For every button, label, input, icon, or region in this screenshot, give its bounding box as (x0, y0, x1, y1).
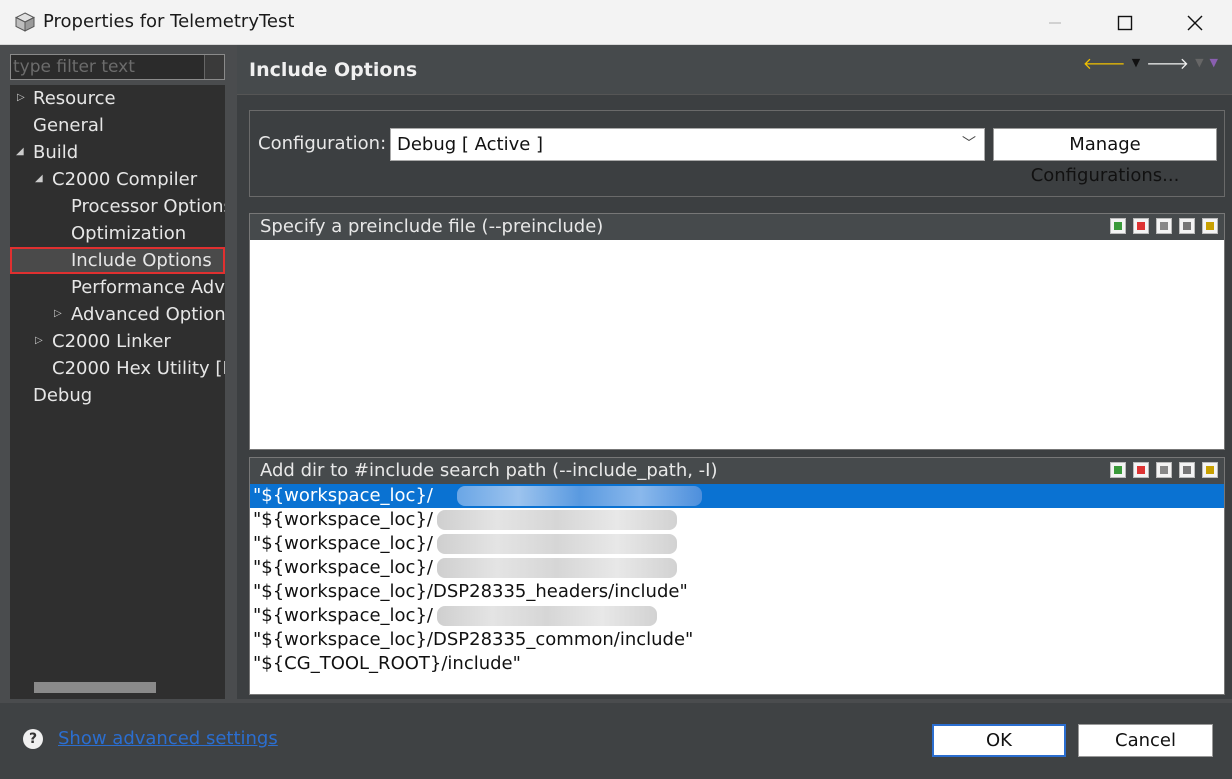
delete-icon[interactable] (1133, 462, 1149, 478)
include-path-text: "${workspace_loc}/ (253, 533, 433, 554)
forward-menu-chevron-icon[interactable]: ▼ (1195, 53, 1203, 73)
filter-box[interactable] (10, 54, 225, 80)
page-title: Include Options (249, 59, 418, 81)
sidebar-item-c2000-compiler[interactable]: C2000 Compiler (52, 166, 197, 193)
back-arrow-icon[interactable]: 🡐 (1083, 53, 1126, 73)
help-icon[interactable]: ? (23, 729, 43, 749)
close-button[interactable] (1160, 0, 1230, 45)
include-path-list[interactable]: Add dir to #include search path (--inclu… (249, 457, 1225, 695)
back-menu-chevron-icon[interactable]: ▼ (1132, 53, 1140, 73)
title-bar: Properties for TelemetryTest (0, 0, 1232, 45)
include-path-text: "${workspace_loc}/ (253, 605, 433, 626)
redacted-region (436, 606, 657, 626)
list-item[interactable]: "${workspace_loc}/ (250, 532, 1224, 556)
include-path-toolbar (1110, 462, 1218, 478)
expand-arrow-icon[interactable]: ▷ (35, 335, 43, 346)
preinclude-header: Specify a preinclude file (--preinclude) (250, 214, 1224, 240)
filter-input[interactable] (11, 55, 204, 79)
include-path-rows: "${workspace_loc}/ "${workspace_loc}/ "$… (250, 484, 1224, 676)
history-nav: 🡐 ▼ 🡒 ▼ ▼ (1083, 53, 1218, 73)
add-icon[interactable] (1110, 462, 1126, 478)
preinclude-toolbar (1110, 218, 1218, 234)
move-down-icon[interactable] (1202, 218, 1218, 234)
configuration-select[interactable]: Debug [ Active ] ﹀ (390, 128, 985, 161)
include-path-text: "${workspace_loc}/ (253, 485, 433, 506)
sidebar-item-performance-advice[interactable]: Performance Advi (71, 274, 225, 301)
show-advanced-settings-link[interactable]: Show advanced settings (58, 728, 278, 749)
list-item[interactable]: "${workspace_loc}/ (250, 604, 1224, 628)
configuration-label: Configuration: (258, 133, 387, 154)
filter-clear-button[interactable] (204, 55, 224, 79)
preinclude-list[interactable]: Specify a preinclude file (--preinclude) (249, 213, 1225, 450)
move-up-icon[interactable] (1179, 218, 1195, 234)
include-path-text: "${workspace_loc}/ (253, 509, 433, 530)
sidebar-item-resource[interactable]: Resource (33, 85, 116, 112)
chevron-down-icon: ﹀ (962, 136, 976, 152)
list-item[interactable]: "${workspace_loc}/ (250, 556, 1224, 580)
collapse-arrow-icon[interactable]: ◢ (16, 146, 24, 157)
sidebar-item-debug[interactable]: Debug (33, 382, 92, 409)
include-path-header: Add dir to #include search path (--inclu… (250, 458, 1224, 484)
properties-dialog: ▷ Resource General ◢ Build ◢ C2000 Compi… (0, 45, 1232, 779)
list-item[interactable]: "${workspace_loc}/ (250, 484, 1224, 508)
sidebar-tree: ▷ Resource General ◢ Build ◢ C2000 Compi… (10, 85, 225, 699)
move-down-icon[interactable] (1202, 462, 1218, 478)
maximize-icon (1117, 15, 1133, 30)
expand-arrow-icon[interactable]: ▷ (54, 308, 62, 319)
sidebar-item-build[interactable]: Build (33, 139, 78, 166)
view-menu-icon[interactable]: ▼ (1210, 53, 1218, 73)
redacted-region (436, 510, 677, 530)
include-path-text: "${workspace_loc}/DSP28335_headers/inclu… (253, 581, 688, 602)
sidebar-item-advanced-options[interactable]: Advanced Options (71, 301, 225, 328)
list-item[interactable]: "${workspace_loc}/DSP28335_common/includ… (250, 628, 1224, 652)
move-up-icon[interactable] (1179, 462, 1195, 478)
forward-arrow-icon[interactable]: 🡒 (1146, 53, 1189, 73)
configuration-value: Debug [ Active ] (397, 134, 544, 155)
sidebar-item-optimization[interactable]: Optimization (71, 220, 186, 247)
sidebar-item-c2000-hex-utility[interactable]: C2000 Hex Utility [D (52, 355, 225, 382)
manage-configurations-button[interactable]: Manage Configurations... (993, 128, 1217, 186)
include-path-text: "${CG_TOOL_ROOT}/include" (253, 653, 521, 674)
edit-icon[interactable] (1156, 462, 1172, 478)
ok-button[interactable]: OK (932, 724, 1066, 757)
list-item[interactable]: "${workspace_loc}/ (250, 508, 1224, 532)
sidebar-horizontal-scrollbar[interactable] (10, 677, 225, 699)
scrollbar-thumb[interactable] (34, 682, 156, 693)
include-path-text: "${workspace_loc}/ (253, 557, 433, 578)
sidebar-item-processor-options[interactable]: Processor Options (71, 193, 225, 220)
redacted-region (436, 558, 677, 578)
sidebar-item-include-options[interactable]: Include Options (71, 247, 212, 274)
sidebar-item-c2000-linker[interactable]: C2000 Linker (52, 328, 171, 355)
page-header: Include Options 🡐 ▼ 🡒 ▼ ▼ (237, 45, 1232, 95)
maximize-button[interactable] (1090, 0, 1160, 45)
expand-arrow-icon[interactable]: ▷ (17, 92, 25, 103)
list-item[interactable]: "${CG_TOOL_ROOT}/include" (250, 652, 1224, 676)
preinclude-header-label: Specify a preinclude file (--preinclude) (260, 216, 604, 237)
minimize-icon (1049, 21, 1061, 24)
list-item[interactable]: "${workspace_loc}/DSP28335_headers/inclu… (250, 580, 1224, 604)
sidebar-item-general[interactable]: General (33, 112, 104, 139)
property-page: Include Options 🡐 ▼ 🡒 ▼ ▼ Configuration:… (237, 45, 1232, 699)
cube-icon (15, 12, 35, 32)
redacted-region (436, 534, 677, 554)
minimize-button[interactable] (1020, 0, 1090, 45)
dialog-footer: ? Show advanced settings OK Cancel (0, 703, 1232, 779)
redacted-region (456, 486, 702, 506)
edit-icon[interactable] (1156, 218, 1172, 234)
collapse-arrow-icon[interactable]: ◢ (35, 173, 43, 184)
window-title: Properties for TelemetryTest (43, 11, 295, 32)
configuration-group: Configuration: Debug [ Active ] ﹀ Manage… (249, 110, 1225, 197)
add-icon[interactable] (1110, 218, 1126, 234)
close-icon (1187, 15, 1203, 30)
include-path-header-label: Add dir to #include search path (--inclu… (260, 460, 718, 481)
delete-icon[interactable] (1133, 218, 1149, 234)
include-path-text: "${workspace_loc}/DSP28335_common/includ… (253, 629, 694, 650)
cancel-button[interactable]: Cancel (1078, 724, 1213, 757)
